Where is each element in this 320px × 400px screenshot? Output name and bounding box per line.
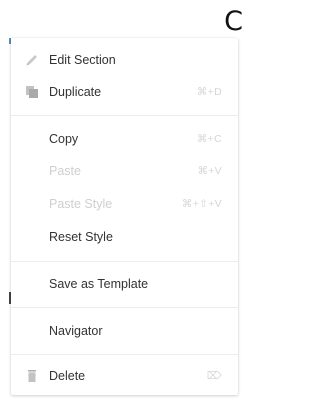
paste-menu-item[interactable]: Paste ⌘+V — [11, 155, 238, 187]
navigator-label: Navigator — [49, 324, 103, 338]
paste-style-shortcut: ⌘+⇧+V — [181, 198, 222, 210]
copy-shortcut: ⌘+C — [196, 133, 222, 145]
copy-menu-item[interactable]: Copy ⌘+C — [11, 123, 238, 155]
edit-section-menu-item[interactable]: Edit Section — [11, 44, 238, 76]
menu-divider — [11, 354, 238, 355]
save-as-template-label: Save as Template — [49, 277, 149, 291]
paste-style-label: Paste Style — [49, 197, 113, 211]
menu-divider — [11, 307, 238, 308]
copy-label: Copy — [49, 132, 79, 146]
menu-divider — [11, 261, 238, 262]
trash-icon — [28, 370, 36, 382]
edit-section-label: Edit Section — [49, 53, 116, 67]
paste-label: Paste — [49, 164, 81, 178]
duplicate-menu-item[interactable]: Duplicate ⌘+D — [11, 76, 238, 108]
pencil-icon — [26, 55, 37, 66]
duplicate-icon — [26, 86, 38, 98]
delete-menu-item[interactable]: Delete ⌦ — [11, 360, 238, 392]
corner-letter: C — [224, 6, 243, 37]
delete-label: Delete — [49, 369, 86, 383]
save-as-template-menu-item[interactable]: Save as Template — [11, 268, 238, 300]
reset-style-label: Reset Style — [49, 230, 113, 244]
menu-divider — [11, 115, 238, 116]
delete-shortcut: ⌦ — [206, 370, 222, 382]
context-menu: Edit Section Duplicate ⌘+D Copy ⌘+C Past… — [11, 38, 238, 395]
navigator-menu-item[interactable]: Navigator — [11, 315, 238, 347]
paste-shortcut: ⌘+V — [197, 165, 222, 177]
reset-style-menu-item[interactable]: Reset Style — [11, 221, 238, 253]
duplicate-label: Duplicate — [49, 85, 102, 99]
paste-style-menu-item[interactable]: Paste Style ⌘+⇧+V — [11, 188, 238, 220]
duplicate-shortcut: ⌘+D — [196, 86, 222, 98]
